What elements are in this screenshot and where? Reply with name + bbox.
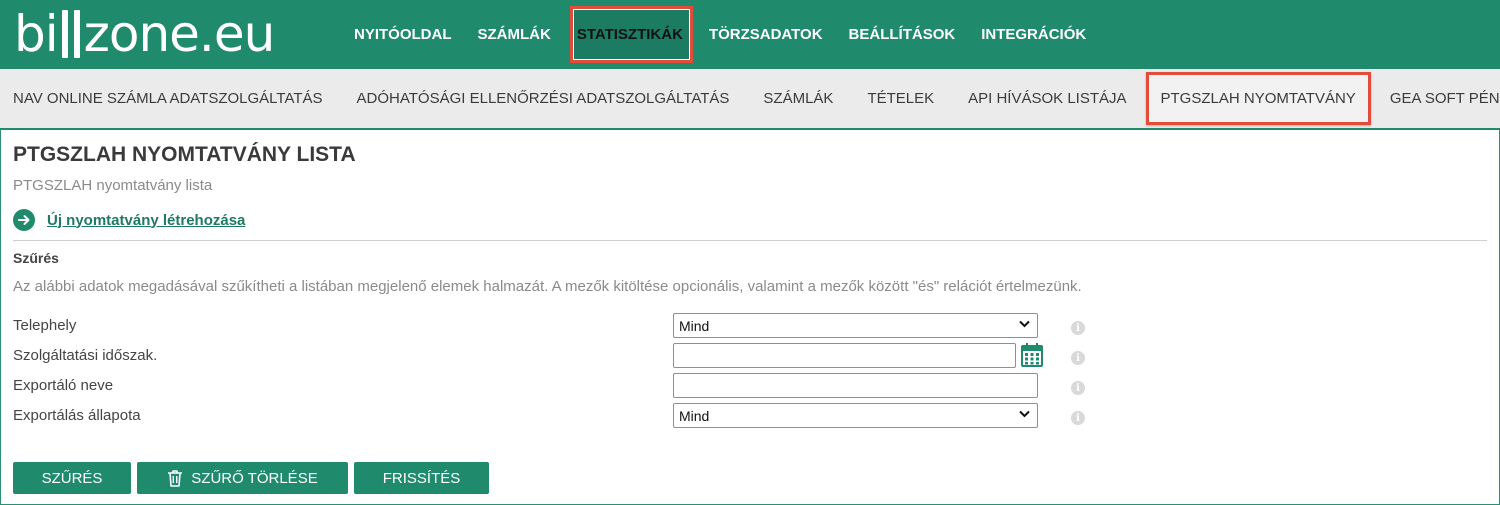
submenu-item-adohatosagi[interactable]: ADÓHATÓSÁGI ELLENŐRZÉSI ADATSZOLGÁLTATÁS	[340, 69, 747, 128]
menu-item-label: BEÁLLÍTÁSOK	[848, 26, 956, 43]
submenu-item-label: ADÓHATÓSÁGI ELLENŐRZÉSI ADATSZOLGÁLTATÁS	[356, 90, 730, 107]
field-label: Exportáló neve	[13, 377, 114, 394]
logo-text-right: zone.eu	[83, 5, 276, 63]
brand-logo[interactable]: bi zone.eu	[14, 5, 276, 63]
menu-item-torzsadatok[interactable]: TÖRZSADATOK	[696, 0, 836, 69]
calendar-icon[interactable]	[1021, 343, 1043, 367]
menu-item-beallitasok[interactable]: BEÁLLÍTÁSOK	[836, 0, 969, 69]
main-menu: NYITÓOLDAL SZÁMLÁK STATISZTIKÁK TÖRZSADA…	[341, 0, 1099, 69]
info-icon[interactable]: i	[1071, 321, 1085, 335]
field-label: Exportálás állapota	[13, 407, 141, 424]
menu-item-label: SZÁMLÁK	[477, 26, 551, 43]
menu-item-szamlak[interactable]: SZÁMLÁK	[465, 0, 564, 69]
select-value: Mind	[679, 317, 710, 334]
submenu-item-label: NAV ONLINE SZÁMLA ADATSZOLGÁLTATÁS	[13, 90, 323, 107]
submenu-item-nav-online[interactable]: NAV ONLINE SZÁMLA ADATSZOLGÁLTATÁS	[0, 69, 340, 128]
logo-bars-graphic	[61, 10, 80, 58]
action-buttons: SZŰRÉS SZŰRŐ TÖRLÉSE FRISSÍTÉS	[13, 462, 489, 494]
filter-row-telephely: Telephely Mind i	[13, 313, 1103, 339]
new-form-link-label: Új nyomtatvány létrehozása	[47, 211, 246, 229]
filter-description: Az alábbi adatok megadásával szűkítheti …	[13, 278, 1082, 295]
top-navbar: bi zone.eu NYITÓOLDAL SZÁMLÁK STATISZTIK…	[0, 0, 1500, 69]
info-icon[interactable]: i	[1071, 381, 1085, 395]
field-label: Telephely	[13, 317, 77, 334]
chevron-down-icon	[1019, 320, 1030, 328]
refresh-button-label: FRISSÍTÉS	[382, 469, 461, 487]
info-icon[interactable]: i	[1071, 351, 1085, 365]
submenu-item-label: TÉTELEK	[867, 90, 935, 107]
period-input[interactable]	[673, 343, 1016, 368]
export-status-select[interactable]: Mind	[673, 403, 1038, 428]
submenu-item-gea-soft[interactable]: GEA SOFT PÉNZTÁRGÉP	[1373, 69, 1500, 128]
info-icon[interactable]: i	[1071, 411, 1085, 425]
menu-item-nyitooldal[interactable]: NYITÓOLDAL	[341, 0, 465, 69]
submenu-item-api-hivasok[interactable]: API HÍVÁSOK LISTÁJA	[951, 69, 1143, 128]
menu-item-statisztikak[interactable]: STATISZTIKÁK	[564, 0, 696, 69]
filter-row-idoszak: Szolgáltatási időszak. i	[13, 343, 1103, 369]
field-label: Szolgáltatási időszak.	[13, 347, 158, 364]
filter-row-allapot: Exportálás állapota Mind i	[13, 403, 1103, 429]
page-title: PTGSZLAH NYOMTATVÁNY LISTA	[13, 143, 356, 166]
submenu-item-ptgszlah[interactable]: PTGSZLAH NYOMTATVÁNY	[1144, 69, 1373, 128]
filter-button-label: SZŰRÉS	[41, 469, 103, 487]
page-subtitle: PTGSZLAH nyomtatvány lista	[13, 177, 213, 194]
submenu-item-label: GEA SOFT PÉNZTÁRGÉP	[1389, 90, 1500, 107]
menu-item-label: INTEGRÁCIÓK	[981, 26, 1087, 43]
logo-text-left: bi	[14, 5, 59, 63]
new-form-link[interactable]: Új nyomtatvány létrehozása	[13, 209, 245, 231]
divider	[13, 240, 1487, 241]
chevron-down-icon	[1019, 410, 1030, 418]
menu-item-label: NYITÓOLDAL	[354, 26, 452, 43]
filter-row-exportalo: Exportáló neve i	[13, 373, 1103, 399]
telephely-select[interactable]: Mind	[673, 313, 1038, 338]
exporter-name-input[interactable]	[673, 373, 1038, 398]
submenu-item-szamlak[interactable]: SZÁMLÁK	[746, 69, 850, 128]
sub-navbar: NAV ONLINE SZÁMLA ADATSZOLGÁLTATÁS ADÓHA…	[0, 69, 1500, 130]
filter-section-title: Szűrés	[13, 250, 59, 266]
filter-button[interactable]: SZŰRÉS	[13, 462, 131, 494]
menu-item-integraciok[interactable]: INTEGRÁCIÓK	[968, 0, 1099, 69]
clear-filter-button[interactable]: SZŰRŐ TÖRLÉSE	[137, 462, 348, 494]
submenu-item-label: SZÁMLÁK	[763, 90, 834, 107]
menu-item-label: STATISZTIKÁK	[576, 26, 683, 43]
submenu-item-label: API HÍVÁSOK LISTÁJA	[968, 90, 1127, 107]
menu-item-label: TÖRZSADATOK	[708, 26, 823, 43]
submenu-item-tetelek[interactable]: TÉTELEK	[850, 69, 951, 128]
trash-icon	[168, 470, 183, 487]
sub-menu: NAV ONLINE SZÁMLA ADATSZOLGÁLTATÁS ADÓHA…	[0, 69, 1500, 128]
arrow-right-circle-icon	[13, 209, 35, 231]
submenu-item-label: PTGSZLAH NYOMTATVÁNY	[1160, 90, 1356, 107]
select-value: Mind	[679, 407, 710, 424]
clear-filter-button-label: SZŰRŐ TÖRLÉSE	[191, 469, 318, 487]
refresh-button[interactable]: FRISSÍTÉS	[354, 462, 489, 494]
